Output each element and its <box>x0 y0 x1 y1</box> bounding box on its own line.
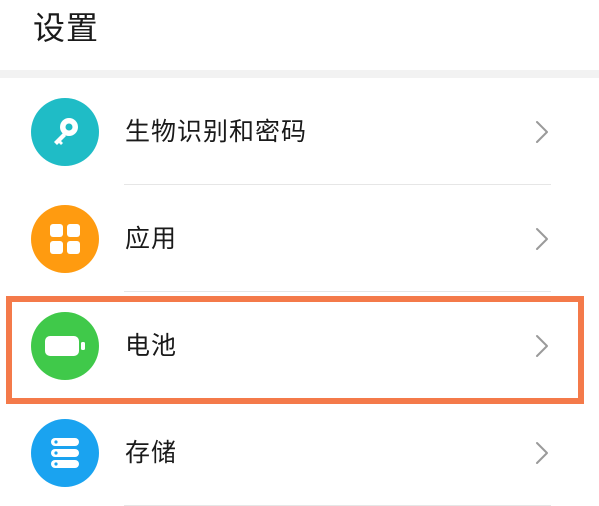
settings-item-label: 应用 <box>125 224 178 253</box>
settings-list: 生物识别和密码 应用 电池 存储 <box>0 78 599 506</box>
key-icon <box>31 98 99 166</box>
settings-item-battery[interactable]: 电池 <box>0 292 599 399</box>
settings-item-biometrics-passwords[interactable]: 生物识别和密码 <box>0 78 599 185</box>
header: 设置 <box>0 0 599 70</box>
settings-item-label: 生物识别和密码 <box>125 117 308 146</box>
page-title: 设置 <box>33 9 100 47</box>
chevron-right-icon <box>536 442 548 464</box>
settings-item-apps[interactable]: 应用 <box>0 185 599 292</box>
storage-icon <box>31 419 99 487</box>
battery-icon <box>31 312 99 380</box>
header-divider <box>0 70 599 78</box>
settings-item-label: 存储 <box>125 438 178 467</box>
settings-item-storage[interactable]: 存储 <box>0 399 599 506</box>
chevron-right-icon <box>536 121 548 143</box>
settings-item-label: 电池 <box>125 331 178 360</box>
apps-grid-icon <box>31 205 99 273</box>
chevron-right-icon <box>536 228 548 250</box>
chevron-right-icon <box>536 335 548 357</box>
